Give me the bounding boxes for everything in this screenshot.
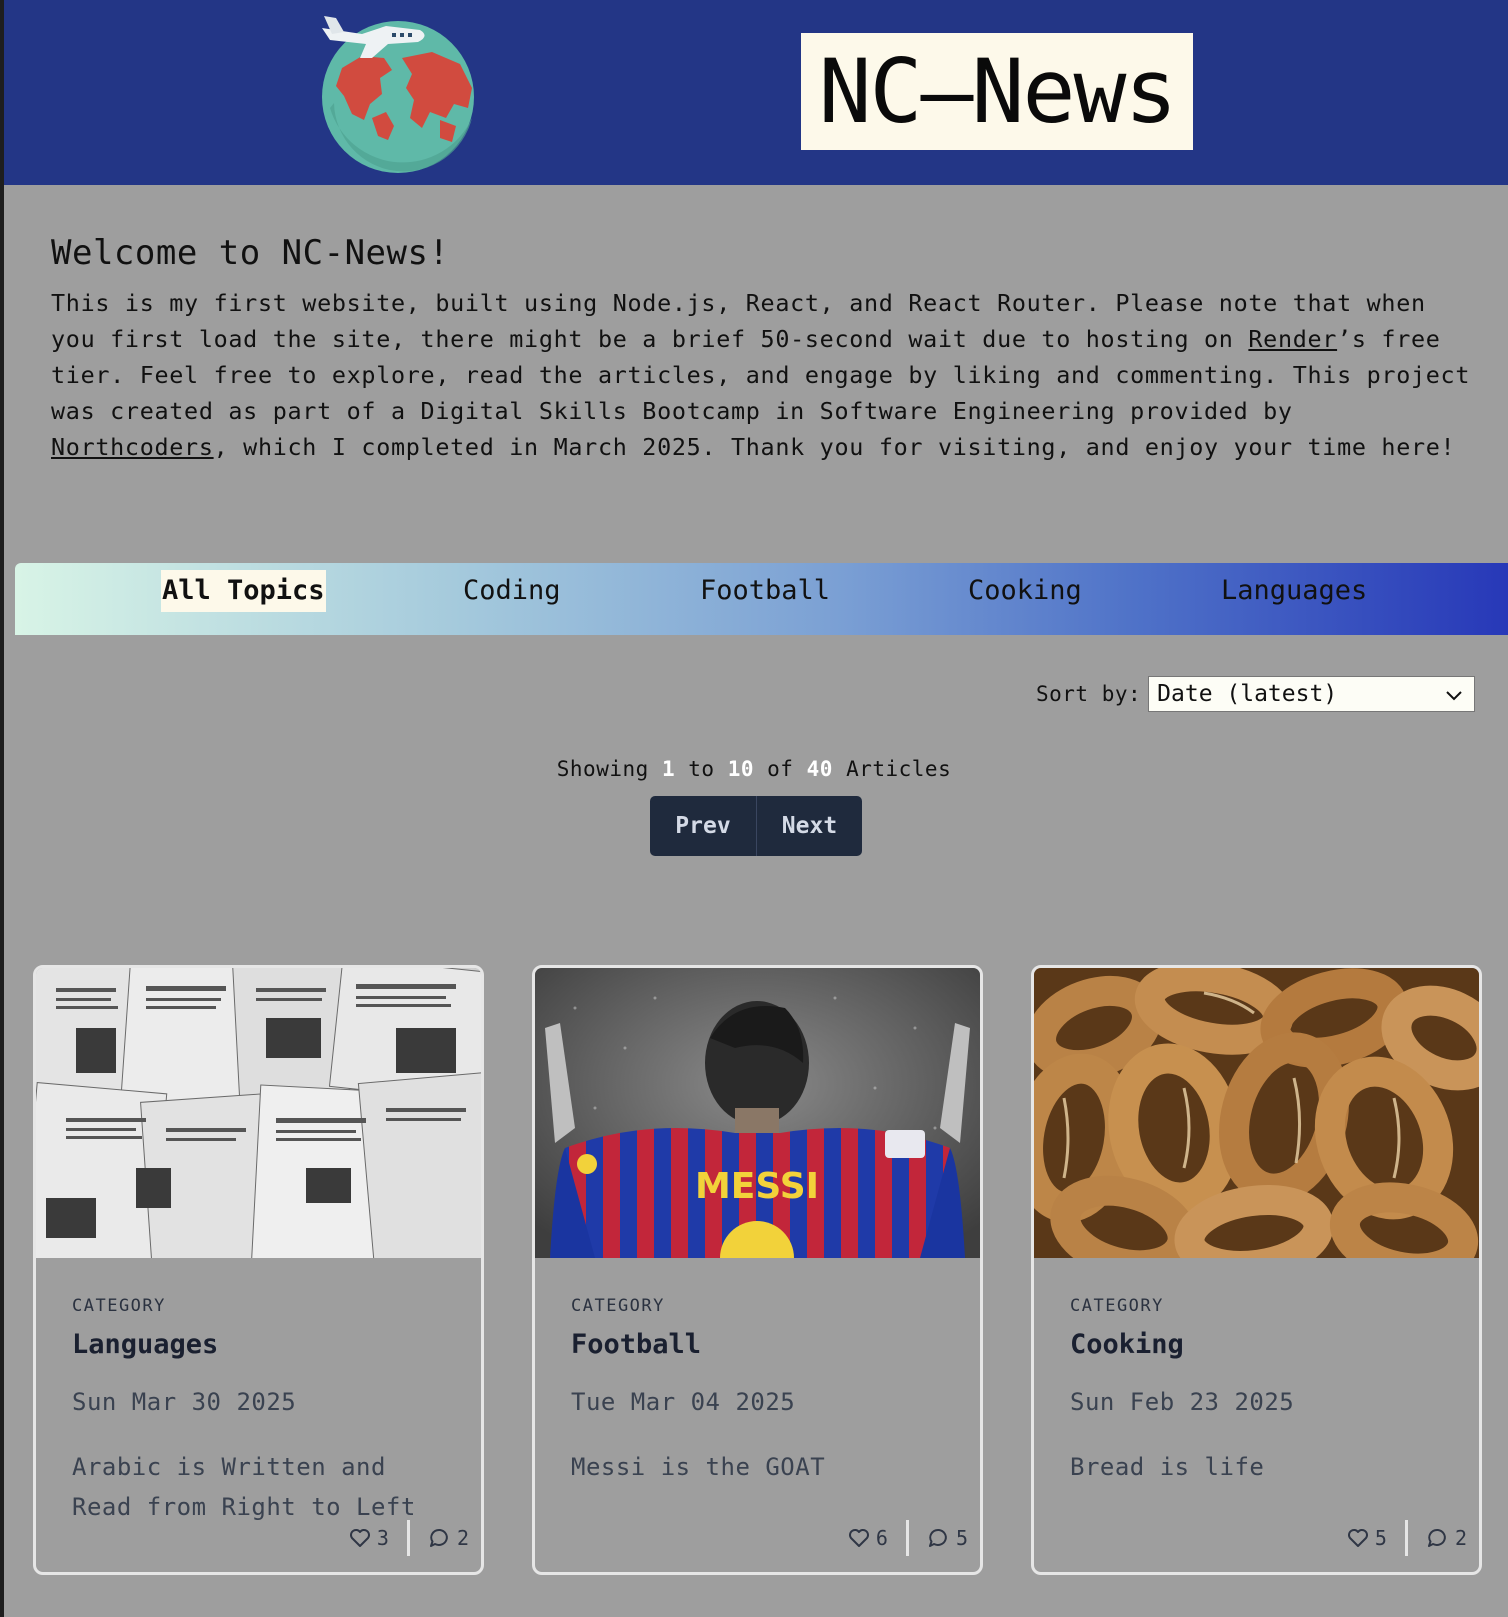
total-count: 40: [806, 757, 833, 781]
shirt-name: MESSI: [695, 1166, 819, 1207]
article-card[interactable]: MESSI CATEGORY Football Tue Mar 04 2025 …: [532, 965, 983, 1575]
like-count: 3: [376, 1526, 389, 1550]
like-count: 5: [1374, 1526, 1387, 1550]
sort-select[interactable]: Date (latest): [1148, 676, 1476, 712]
category-label: CATEGORY: [72, 1296, 166, 1316]
site-title[interactable]: NC–News: [819, 47, 1178, 136]
comment-button[interactable]: 2: [428, 1526, 469, 1550]
card-title: Bread is life: [1070, 1453, 1265, 1481]
card-category: Cooking: [1070, 1329, 1184, 1360]
sort-control: Sort by: Date (latest): [1036, 676, 1476, 712]
card-date: Sun Mar 30 2025: [72, 1388, 297, 1416]
sort-label: Sort by:: [1036, 682, 1142, 706]
card-category: Languages: [72, 1329, 219, 1360]
welcome-text: This is my first website, built using No…: [51, 285, 1471, 465]
tab-coding[interactable]: Coding: [461, 570, 563, 612]
comment-count: 2: [456, 1526, 469, 1550]
tab-football[interactable]: Football: [698, 570, 832, 612]
welcome-text-part: , which I completed in March 2025. Thank…: [213, 433, 1456, 461]
northcoders-link[interactable]: Northcoders: [51, 433, 214, 461]
comment-icon: [928, 1528, 947, 1547]
welcome-text-part: This is my first website, built using No…: [51, 289, 1426, 353]
pagination-summary: Showing 1 to 10 of 40 Articles: [0, 757, 1508, 781]
like-button[interactable]: 6: [847, 1526, 888, 1550]
article-card[interactable]: CATEGORY Languages Sun Mar 30 2025 Arabi…: [33, 965, 484, 1575]
like-button[interactable]: 5: [1346, 1526, 1387, 1550]
stats-divider: [406, 1520, 410, 1556]
site-title-box: NC–News: [801, 33, 1193, 150]
render-link[interactable]: Render: [1248, 325, 1337, 353]
prev-button[interactable]: Prev: [650, 796, 757, 856]
article-image-newspapers: [36, 968, 481, 1258]
tab-all-topics[interactable]: All Topics: [161, 570, 326, 612]
globe-airplane-icon[interactable]: [322, 8, 497, 173]
card-title: Arabic is Written and Read from Right to…: [72, 1453, 416, 1521]
card-stats: 3 2: [348, 1520, 469, 1556]
article-card[interactable]: CATEGORY Cooking Sun Feb 23 2025 Bread i…: [1031, 965, 1482, 1575]
stats-divider: [905, 1520, 909, 1556]
comment-icon: [1427, 1528, 1446, 1547]
sort-select-value: Date (latest): [1157, 681, 1338, 707]
welcome-heading: Welcome to NC-News!: [51, 233, 450, 273]
showing-text: Showing: [556, 757, 649, 781]
pager: Prev Next: [650, 796, 862, 856]
heart-icon: [349, 1529, 370, 1547]
heart-icon: [1347, 1529, 1368, 1547]
of-text: of: [767, 757, 794, 781]
site-header: NC–News: [4, 0, 1508, 185]
category-label: CATEGORY: [571, 1296, 665, 1316]
window-edge: [0, 0, 4, 1617]
tab-cooking[interactable]: Cooking: [966, 570, 1084, 612]
unit-text: Articles: [846, 757, 952, 781]
card-category: Football: [571, 1329, 702, 1360]
next-button[interactable]: Next: [757, 796, 862, 856]
chevron-down-icon: [1446, 691, 1462, 701]
card-date: Sun Feb 23 2025: [1070, 1388, 1295, 1416]
article-image-bread: [1034, 968, 1479, 1258]
card-stats: 6 5: [847, 1520, 968, 1556]
card-stats: 5 2: [1346, 1520, 1467, 1556]
comment-button[interactable]: 5: [927, 1526, 968, 1550]
like-count: 6: [875, 1526, 888, 1550]
tab-languages[interactable]: Languages: [1219, 570, 1369, 612]
comment-count: 5: [955, 1526, 968, 1550]
comment-count: 2: [1454, 1526, 1467, 1550]
card-title: Messi is the GOAT: [571, 1453, 826, 1481]
article-image-footballer: MESSI: [535, 968, 980, 1258]
range-end: 10: [727, 757, 754, 781]
heart-icon: [848, 1529, 869, 1547]
comment-icon: [429, 1528, 448, 1547]
range-start: 1: [661, 757, 676, 781]
like-button[interactable]: 3: [348, 1526, 389, 1550]
category-label: CATEGORY: [1070, 1296, 1164, 1316]
topic-nav: All Topics Coding Football Cooking Langu…: [15, 563, 1508, 635]
stats-divider: [1404, 1520, 1408, 1556]
welcome-section: Welcome to NC-News! This is my first web…: [51, 233, 1471, 465]
comment-button[interactable]: 2: [1426, 1526, 1467, 1550]
to-text: to: [688, 757, 715, 781]
card-date: Tue Mar 04 2025: [571, 1388, 796, 1416]
